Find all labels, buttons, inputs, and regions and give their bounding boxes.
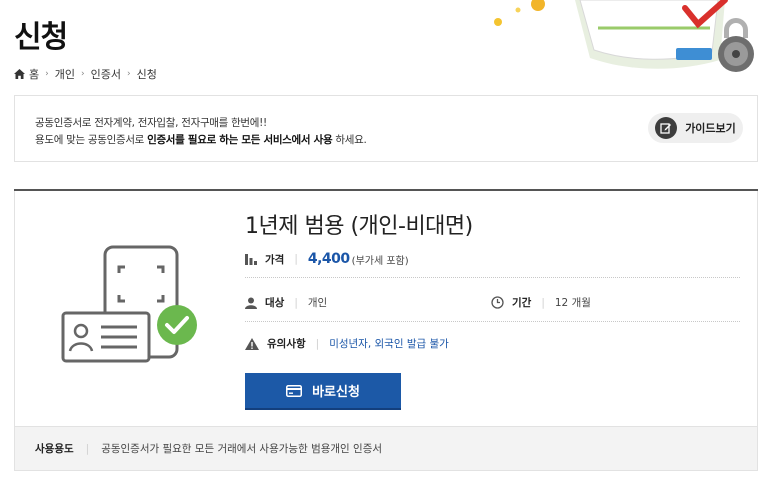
- guide-edit-icon: [655, 117, 678, 139]
- price-note: (부가세 포함): [351, 255, 409, 267]
- home-icon: [14, 69, 25, 79]
- hero-illustration-icon: [494, 0, 754, 72]
- breadcrumb-apply: 신청: [136, 68, 157, 81]
- product-body: 1년제 범용 (개인-비대면) 가격 | 4,400 (부가세 포함) 대상 |…: [14, 191, 758, 426]
- caution-label: 유의사항: [267, 338, 306, 350]
- notice-line-1: 공동인증서로 전자계약, 전자입찰, 전자구매를 한번에!!: [35, 117, 267, 129]
- price-value: 4,400: [307, 251, 350, 267]
- breadcrumb-certificate[interactable]: 인증서: [91, 66, 121, 82]
- breadcrumb-separator-icon: ›: [126, 69, 131, 79]
- period-value: 12 개월: [554, 297, 591, 309]
- divider: |: [294, 253, 298, 265]
- person-icon: [245, 297, 257, 309]
- caution-row: 유의사항 | 미성년자, 외국인 발급 불가: [245, 336, 449, 351]
- notice-line-2-c: 하세요.: [332, 134, 367, 146]
- card-icon: [286, 384, 303, 397]
- notice-line-2-a: 용도에 맞는 공동인증서로: [35, 134, 148, 146]
- target-row: 대상 | 개인: [245, 295, 327, 310]
- breadcrumb-personal[interactable]: 개인: [55, 66, 75, 82]
- breadcrumb-separator-icon: ›: [80, 69, 85, 79]
- warning-icon: [245, 337, 259, 350]
- price-label: 가격: [265, 253, 285, 266]
- caution-value: 미성년자, 외국인 발급 불가: [329, 338, 449, 350]
- apply-button[interactable]: 바로신청: [245, 373, 401, 410]
- apply-button-label: 바로신청: [312, 385, 360, 400]
- target-label: 대상: [265, 297, 285, 309]
- page-title: 신청: [14, 20, 68, 55]
- breadcrumb-separator-icon: ›: [45, 69, 49, 79]
- breadcrumb-home-label: 홈: [29, 68, 40, 81]
- price-row: 가격 | 4,400 (부가세 포함): [245, 251, 409, 267]
- guide-button[interactable]: 가이드보기: [648, 113, 743, 143]
- period-label: 기간: [512, 297, 532, 309]
- product-card: 1년제 범용 (개인-비대면) 가격 | 4,400 (부가세 포함) 대상 |…: [14, 189, 758, 471]
- dotted-divider: [245, 277, 740, 278]
- dotted-divider: [245, 321, 740, 322]
- notice-box: 공동인증서로 전자계약, 전자입찰, 전자구매를 한번에!! 용도에 맞는 공동…: [14, 95, 758, 162]
- period-row: 기간 | 12 개월: [491, 295, 591, 310]
- usage-value: 공동인증서가 필요한 모든 거래에서 사용가능한 범용개인 인증서: [101, 443, 383, 455]
- guide-button-label: 가이드보기: [685, 122, 736, 135]
- product-title: 1년제 범용 (개인-비대면): [245, 214, 473, 239]
- usage-bar: 사용용도 | 공동인증서가 필요한 모든 거래에서 사용가능한 범용개인 인증서: [14, 426, 758, 471]
- clock-icon: [491, 296, 504, 309]
- mobile-certificate-icon: [61, 245, 197, 363]
- breadcrumb-home[interactable]: 홈: [14, 66, 39, 82]
- price-stack-icon: [245, 254, 257, 265]
- notice-line-2: 용도에 맞는 공동인증서로 인증서를 필요로 하는 모든 서비스에서 사용 하세…: [35, 132, 367, 147]
- usage-label: 사용용도: [35, 443, 74, 455]
- divider: |: [85, 442, 90, 455]
- divider: |: [315, 337, 320, 350]
- notice-line-2-bold: 인증서를 필요로 하는 모든 서비스에서 사용: [147, 134, 333, 146]
- divider: |: [294, 296, 298, 309]
- breadcrumb: 홈 › 개인 › 인증서 › 신청: [14, 66, 157, 82]
- divider: |: [541, 296, 545, 309]
- target-value: 개인: [307, 297, 328, 309]
